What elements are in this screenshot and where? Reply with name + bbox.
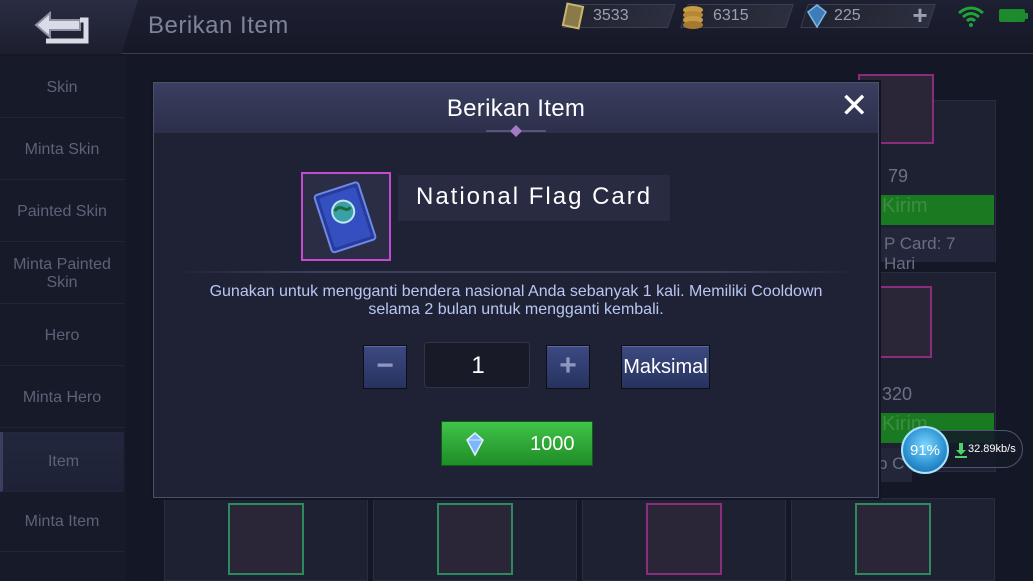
download-arrow-icon (955, 443, 967, 458)
price-value: 1000 (530, 433, 575, 455)
back-button[interactable] (0, 0, 138, 54)
item-name: National Flag Card (416, 183, 653, 210)
sidebar-item-minta-painted-skin[interactable]: Minta Painted Skin (0, 244, 124, 304)
battle-point-coins-icon (683, 6, 703, 29)
sidebar-item-painted-skin[interactable]: Painted Skin (0, 182, 124, 242)
sidebar-item-minta-skin[interactable]: Minta Skin (0, 120, 124, 180)
increase-quantity-button[interactable]: + (546, 345, 590, 389)
give-item-dialog: Berikan Item ✕ National Flag Card Gunaka… (153, 82, 879, 498)
network-percent: 91% (901, 426, 949, 474)
bg-item-label: P Card: 7 Hari (878, 228, 994, 273)
quantity-value: 1 (471, 352, 485, 379)
diamond-icon (466, 432, 484, 457)
item-description: Gunakan untuk mengganti bendera nasional… (209, 283, 823, 318)
diamond-icon (807, 4, 827, 29)
divider (174, 271, 858, 273)
add-diamond-button[interactable]: + (909, 2, 931, 28)
network-speed: 32.89kb/s (968, 443, 1016, 455)
quantity-field[interactable]: 1 (424, 342, 530, 388)
bg-item-count-2: 320 (882, 384, 913, 404)
ticket-icon (561, 2, 585, 30)
national-flag-card-icon (301, 172, 391, 261)
sidebar-item-hero[interactable]: Hero (0, 306, 124, 366)
battery-icon (999, 9, 1028, 22)
dialog-title: Berikan Item (446, 95, 586, 122)
item-name-box: National Flag Card (398, 175, 670, 221)
bg-item-count: 79 (888, 166, 909, 186)
bg-send-button[interactable]: Kirim (878, 195, 994, 225)
dialog-header: Berikan Item ✕ (154, 83, 878, 137)
sidebar-item-item[interactable]: Item (0, 432, 124, 492)
page-title: Berikan Item (148, 12, 289, 39)
decrease-quantity-button[interactable]: − (363, 345, 407, 389)
bg-bottom-thumb-1 (228, 503, 304, 575)
network-speed-widget[interactable]: 91% 32.89kb/s (901, 426, 1023, 474)
close-icon[interactable]: ✕ (840, 89, 869, 123)
bg-bottom-thumb-3 (646, 503, 722, 575)
bg-bottom-thumb-2 (437, 503, 513, 575)
buy-button[interactable]: 1000 (441, 421, 593, 466)
sidebar-item-skin[interactable]: Skin (0, 58, 124, 118)
top-bar: Berikan Item 3533 6315 225 + (0, 0, 1033, 54)
wifi-icon (958, 6, 984, 27)
bg-bottom-thumb-4 (855, 503, 931, 575)
diamond-count: 225 (834, 7, 861, 24)
bp-count: 6315 (713, 7, 749, 24)
back-arrow-icon (34, 10, 89, 44)
ticket-count: 3533 (593, 7, 629, 24)
sidebar-item-minta-hero[interactable]: Minta Hero (0, 368, 124, 428)
max-quantity-button[interactable]: Maksimal (621, 345, 710, 389)
sidebar: Skin Minta Skin Painted Skin Minta Paint… (0, 56, 126, 581)
header-ornament-icon (486, 125, 546, 137)
sidebar-item-minta-item[interactable]: Minta Item (0, 492, 124, 552)
